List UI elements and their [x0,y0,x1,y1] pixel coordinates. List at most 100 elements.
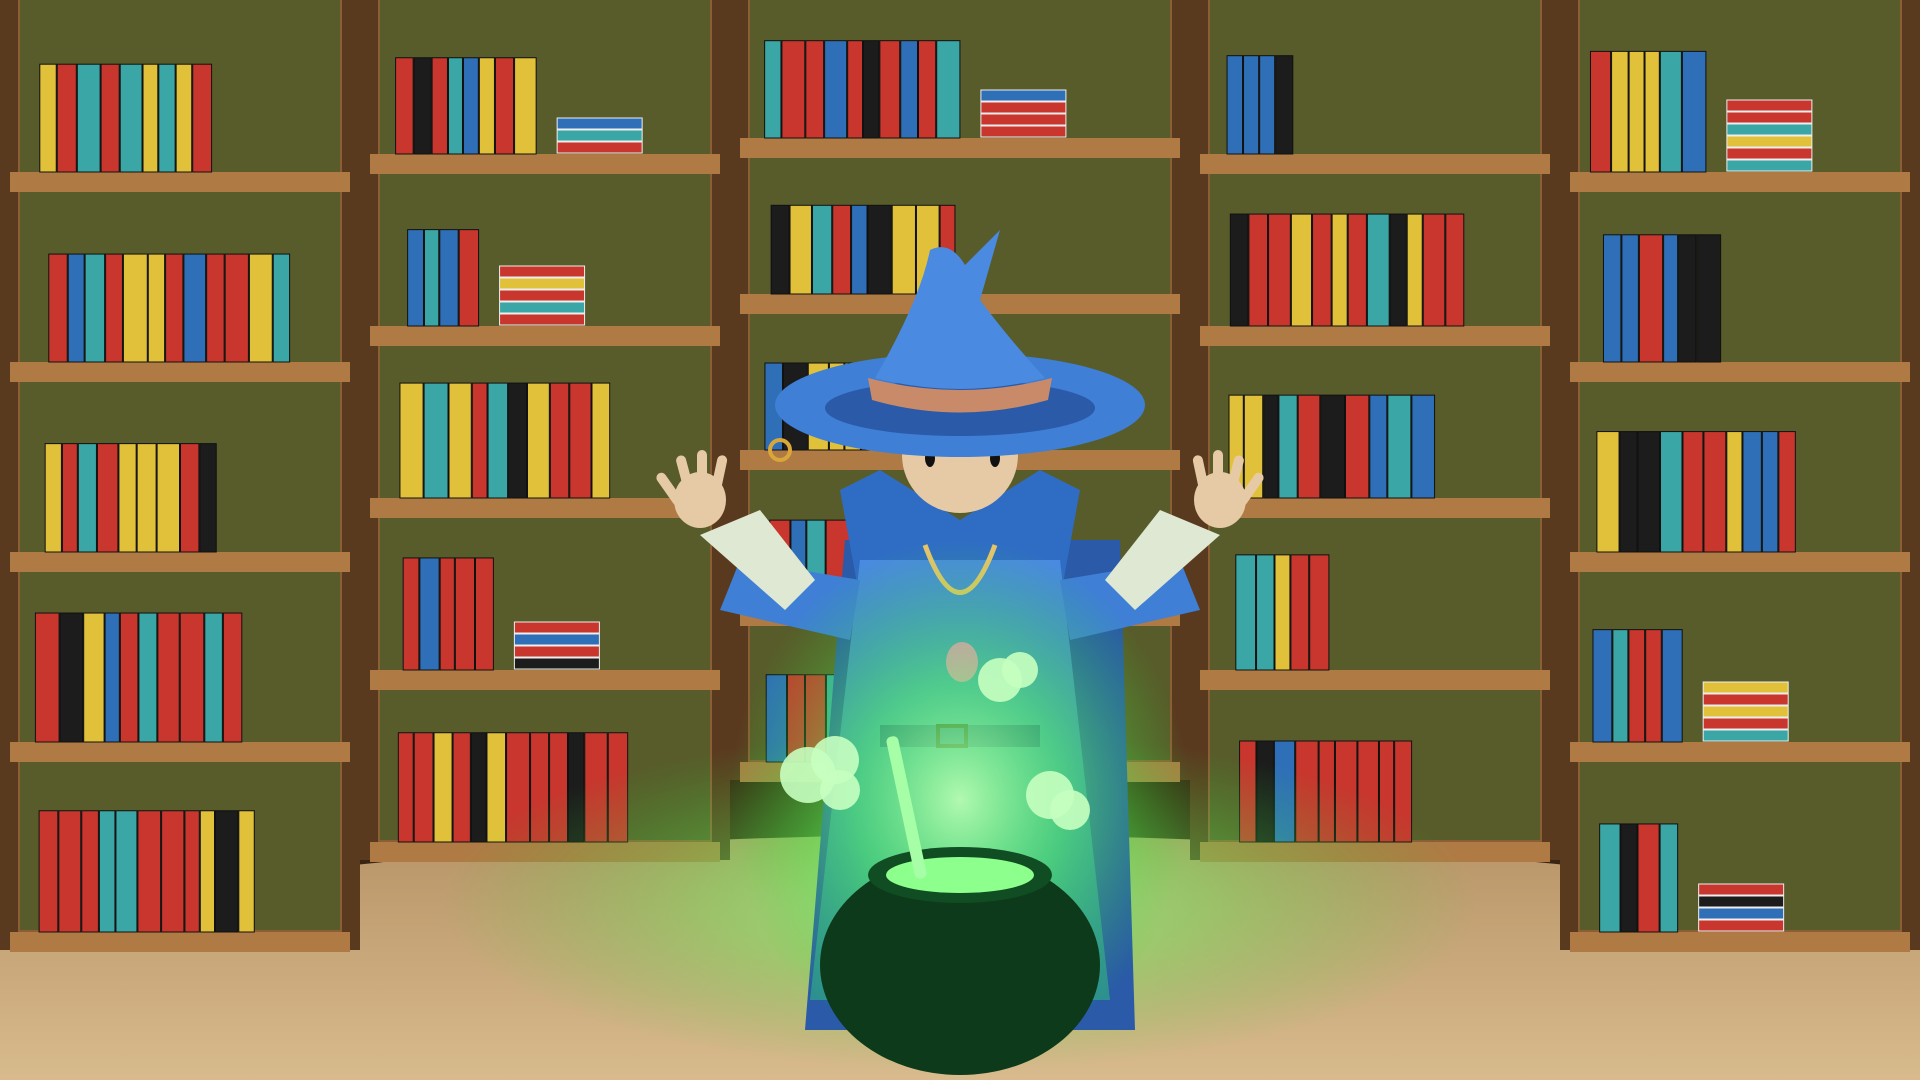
book [1628,50,1645,173]
book-stack [1702,693,1789,706]
book [161,810,185,933]
book [1320,394,1346,499]
book [1309,554,1330,671]
book [137,810,162,933]
book [419,557,440,671]
book [199,443,217,553]
book [789,204,812,295]
book [1628,629,1646,743]
book-stack [499,301,586,314]
book [1422,213,1446,327]
book [1678,234,1697,363]
book [936,40,961,139]
book [179,612,205,743]
shelf-board [370,670,720,690]
shelf-side [1902,0,1920,950]
book [1256,554,1275,671]
book [1620,823,1638,933]
book [136,443,157,553]
book [527,382,550,499]
book [1778,431,1796,553]
book [39,63,57,173]
shelf-board [10,932,350,952]
book [224,253,249,363]
book [1612,629,1629,743]
book [183,253,207,363]
shelf-side [0,0,18,950]
book [156,443,181,553]
book [61,443,78,553]
book [591,382,611,499]
book [118,443,137,553]
book [206,253,225,363]
shelf-side [360,0,378,860]
book [122,253,148,363]
book [1347,213,1367,327]
book [423,229,440,327]
book [1445,213,1465,327]
shelf-side [1172,0,1190,780]
book [1659,50,1682,173]
book [811,204,833,295]
book [824,40,848,139]
book [781,40,806,139]
book [158,63,176,173]
book [1681,50,1707,173]
book [1599,823,1621,933]
book [549,382,570,499]
book [847,40,864,139]
book [1638,234,1664,363]
book [462,57,479,155]
book [1389,213,1407,327]
shelf-side [1560,0,1578,950]
book [1602,234,1622,363]
book [569,382,592,499]
book-stack [1702,729,1789,742]
book [1663,234,1679,363]
book [119,612,139,743]
book [395,57,414,155]
book [204,612,223,743]
shelf-board [1200,670,1550,690]
book [1406,213,1423,327]
shelf-board [1200,498,1550,518]
book-stack [1726,99,1813,112]
book [454,557,476,671]
book [851,204,868,295]
book [59,612,84,743]
book [104,612,120,743]
book [238,810,255,933]
book [1226,55,1244,155]
book [67,253,85,363]
book [1726,431,1743,553]
book [1290,554,1310,671]
book [867,204,892,295]
book-stack [499,265,586,278]
shelf-board [10,742,350,762]
shelf-side [1542,0,1560,860]
book [147,253,166,363]
book-stack [513,633,600,646]
book [508,382,528,499]
book-stack [980,113,1067,126]
book [1243,55,1260,155]
book-stack [980,101,1067,114]
book [494,57,515,155]
book [431,57,448,155]
shelf-side [1190,0,1208,860]
book [1268,213,1291,327]
book [475,557,494,671]
book [407,229,424,327]
book [770,204,790,295]
book [58,810,82,933]
shelf-board [1570,362,1910,382]
book [439,229,459,327]
book [165,253,184,363]
shelf-board [740,138,1180,158]
book [1660,431,1683,553]
book [471,382,488,499]
book-stack [1698,895,1785,908]
shelf-board [10,552,350,572]
book-stack [499,313,586,326]
book [142,63,159,173]
